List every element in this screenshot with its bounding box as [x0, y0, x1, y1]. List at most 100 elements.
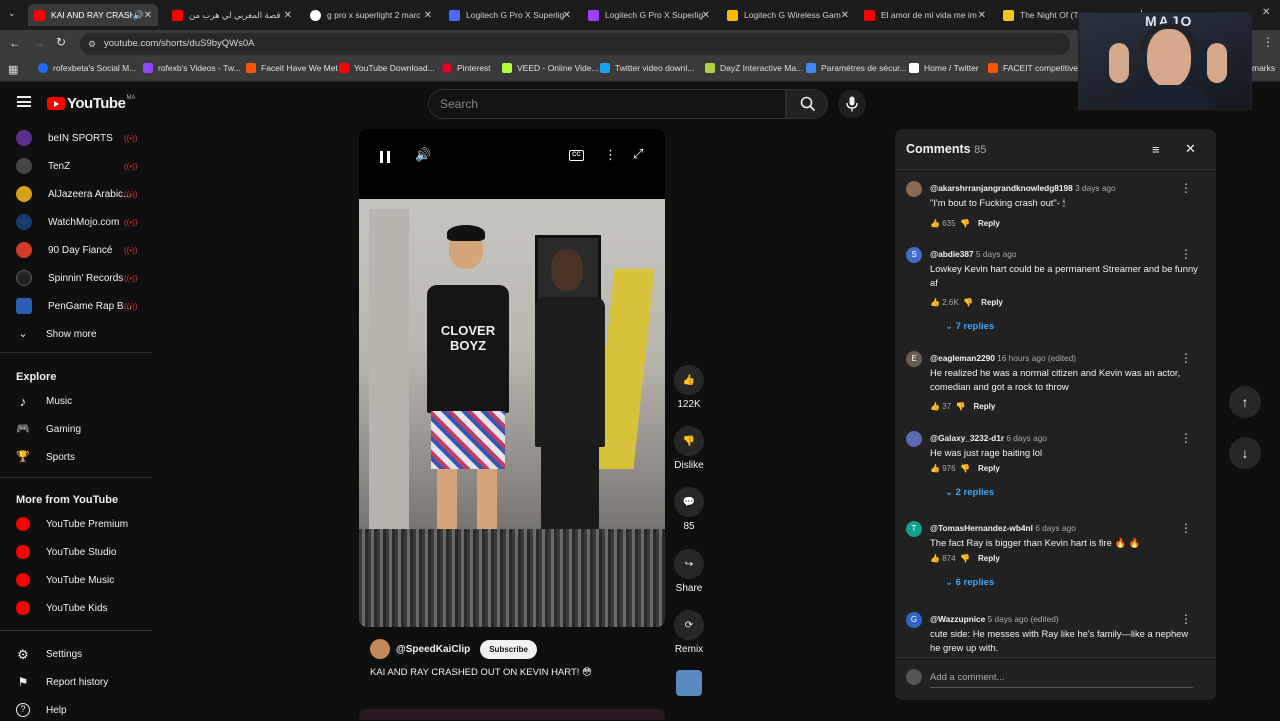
window-close-icon[interactable]: ✕: [1262, 7, 1270, 18]
tab-6[interactable]: El amor de mi vida me im ✕: [858, 4, 992, 26]
reply-button[interactable]: Reply: [978, 554, 1000, 563]
comment-author[interactable]: @abdie387: [930, 249, 974, 259]
more-menu-icon[interactable]: ⋮: [1262, 35, 1274, 49]
apps-grid-icon[interactable]: ▦: [8, 63, 18, 76]
comment-avatar[interactable]: E: [906, 351, 922, 367]
comment-menu-icon[interactable]: ⋮: [1180, 521, 1192, 535]
dislike-button[interactable]: 👎 Dislike: [670, 426, 708, 471]
sidebar-subscription[interactable]: PenGame Rap B... ((•)): [16, 295, 137, 317]
sidebar-subscription[interactable]: TenZ ((•)): [16, 155, 137, 177]
tab-1[interactable]: قصة المغربي لي هرب من ✕: [166, 4, 298, 26]
fullscreen-icon[interactable]: ⤢: [633, 146, 643, 162]
sort-icon[interactable]: ≡: [1152, 142, 1160, 157]
like-icon[interactable]: 👍: [930, 219, 940, 228]
tab-close-icon[interactable]: ✕: [702, 10, 710, 21]
tab-close-icon[interactable]: ✕: [841, 10, 849, 21]
tab-5[interactable]: Logitech G Wireless Gam ✕: [721, 4, 855, 26]
bookmark-item[interactable]: YouTube Download...: [339, 63, 435, 73]
comment-author[interactable]: @TomasHernandez-wb4nl: [930, 523, 1033, 533]
comment-menu-icon[interactable]: ⋮: [1180, 431, 1192, 445]
tab-close-icon[interactable]: ✕: [144, 10, 152, 21]
channel-name-link[interactable]: @SpeedKaiClip: [396, 644, 470, 655]
bookmark-item[interactable]: Paramètres de sécur...: [806, 63, 907, 73]
reload-icon[interactable]: ↻: [56, 35, 66, 49]
comment-menu-icon[interactable]: ⋮: [1180, 247, 1192, 261]
voice-search-button[interactable]: [838, 90, 866, 118]
close-icon[interactable]: ✕: [1185, 141, 1196, 157]
search-button[interactable]: [786, 89, 828, 119]
site-info-icon[interactable]: ⚙: [88, 33, 96, 55]
sidebar-item-studio[interactable]: YouTube Studio: [16, 541, 116, 563]
share-button[interactable]: ↪ Share: [670, 549, 708, 594]
like-icon[interactable]: 👍: [930, 298, 940, 307]
show-more-button[interactable]: ⌄ Show more: [16, 323, 96, 345]
dislike-icon[interactable]: 👎: [960, 219, 970, 228]
hamburger-menu-icon[interactable]: [17, 96, 31, 107]
comments-button[interactable]: 💬 85: [670, 487, 708, 532]
comment-author[interactable]: @akarshrranjangrandknowledg8198: [930, 183, 1073, 193]
comment-avatar[interactable]: S: [906, 247, 922, 263]
sidebar-subscription[interactable]: 90 Day Fiancé ((•)): [16, 239, 137, 261]
view-replies-button[interactable]: ⌄ 2 replies: [945, 487, 994, 498]
tab-close-icon[interactable]: ✕: [424, 10, 432, 21]
sidebar-item-sports[interactable]: 🏆 Sports: [16, 446, 75, 468]
tab-3[interactable]: Logitech G Pro X Superlig ✕: [443, 4, 577, 26]
speaker-icon[interactable]: 🔊: [133, 10, 144, 21]
sidebar-item-music-app[interactable]: YouTube Music: [16, 569, 114, 591]
comment-author[interactable]: @Wazzupnice: [930, 614, 985, 624]
more-options-icon[interactable]: ⋮: [604, 147, 617, 163]
sidebar-item-gaming[interactable]: 🎮 Gaming: [16, 418, 81, 440]
tab-search-dropdown[interactable]: ⌄: [8, 8, 16, 19]
bookmark-item[interactable]: FACEIT competitive...: [988, 63, 1085, 73]
sidebar-item-premium[interactable]: YouTube Premium: [16, 513, 128, 535]
sidebar-subscription[interactable]: WatchMojo.com ((•)): [16, 211, 137, 233]
bookmark-item[interactable]: Faceit Have We Met: [246, 63, 338, 73]
tab-0[interactable]: KAI AND RAY CRASHE 🔊 ✕: [28, 4, 158, 26]
sidebar-item-kids[interactable]: YouTube Kids: [16, 597, 108, 619]
comment-avatar[interactable]: [906, 431, 922, 447]
youtube-logo[interactable]: YouTube MA: [47, 95, 135, 112]
tab-4[interactable]: Logitech G Pro X Superlig ✕: [582, 4, 716, 26]
search-input[interactable]: Search: [428, 89, 786, 119]
reply-button[interactable]: Reply: [974, 402, 996, 411]
reply-button[interactable]: Reply: [978, 219, 1000, 228]
bookmark-item[interactable]: Twitter video downl...: [600, 63, 694, 73]
bookmark-item[interactable]: rofexb's Videos - Tw...: [143, 63, 241, 73]
volume-icon[interactable]: 🔊: [415, 147, 431, 163]
sidebar-subscription[interactable]: Spinnin' Records ((•)): [16, 267, 137, 289]
channel-avatar[interactable]: [370, 639, 390, 659]
shorts-video-player[interactable]: 🔊 CC ⋮ ⤢ CLOVER BOYZ: [359, 129, 665, 627]
comment-menu-icon[interactable]: ⋮: [1180, 351, 1192, 365]
forward-icon[interactable]: →: [33, 36, 45, 50]
sidebar-item-music[interactable]: ♪ Music: [16, 390, 72, 412]
comment-avatar[interactable]: T: [906, 521, 922, 537]
bookmark-item[interactable]: Pinterest: [442, 63, 491, 73]
dislike-icon[interactable]: 👎: [963, 298, 973, 307]
like-icon[interactable]: 👍: [930, 402, 940, 411]
bookmark-item[interactable]: rofexbeta's Social M...: [38, 63, 136, 73]
subscribe-button[interactable]: Subscribe: [480, 639, 537, 659]
sound-thumbnail[interactable]: [676, 670, 702, 696]
sidebar-item-report-history[interactable]: ⚑ Report history: [16, 671, 109, 693]
like-button[interactable]: 👍 122K: [670, 365, 708, 410]
view-replies-button[interactable]: ⌄ 7 replies: [945, 321, 994, 332]
pause-icon[interactable]: [380, 151, 390, 163]
url-field[interactable]: ⚙ youtube.com/shorts/duS9byQWs0A: [80, 33, 1070, 55]
tab-2[interactable]: g pro x superlight 2 marc ✕: [304, 4, 438, 26]
view-replies-button[interactable]: ⌄ 6 replies: [945, 577, 994, 588]
comment-menu-icon[interactable]: ⋮: [1180, 612, 1192, 626]
bookmark-item[interactable]: DayZ Interactive Ma...: [705, 63, 803, 73]
bookmark-item[interactable]: Home / Twitter: [909, 63, 979, 73]
reply-button[interactable]: Reply: [981, 298, 1003, 307]
sidebar-item-help[interactable]: ? Help: [16, 699, 67, 721]
like-icon[interactable]: 👍: [930, 554, 940, 563]
all-bookmarks-link[interactable]: marks: [1252, 63, 1275, 73]
sidebar-subscription[interactable]: beIN SPORTS ((•)): [16, 127, 137, 149]
reply-button[interactable]: Reply: [978, 464, 1000, 473]
comment-avatar[interactable]: [906, 181, 922, 197]
bookmark-item[interactable]: VEED - Online Vide...: [502, 63, 599, 73]
dislike-icon[interactable]: 👎: [960, 464, 970, 473]
add-comment-input[interactable]: Add a comment...: [930, 672, 1004, 683]
sidebar-item-settings[interactable]: ⚙ Settings: [16, 643, 82, 665]
sidebar-subscription[interactable]: AlJazeera Arabic... ((•)): [16, 183, 137, 205]
